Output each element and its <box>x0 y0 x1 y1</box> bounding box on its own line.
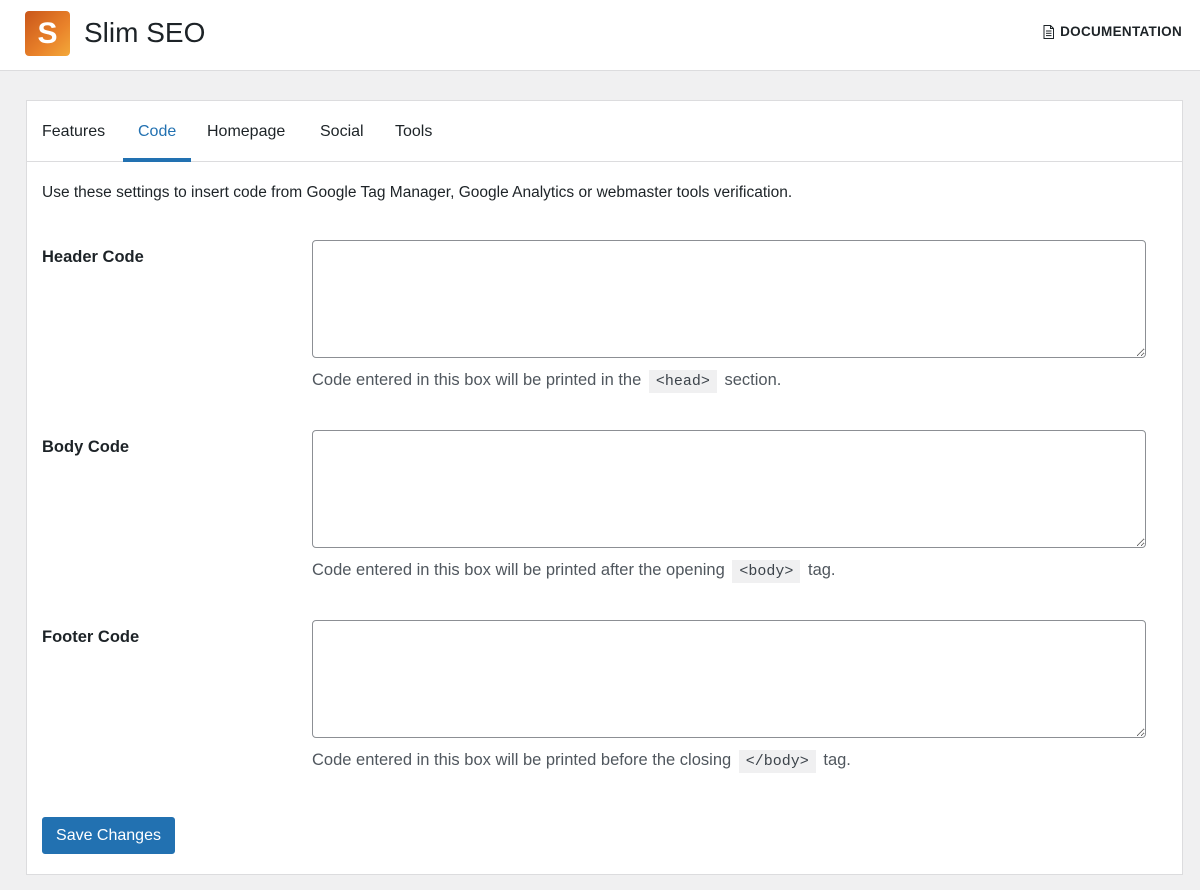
body-code-label: Body Code <box>42 438 130 456</box>
tab-tools[interactable]: Tools <box>395 101 432 162</box>
hint-text: Code entered in this box will be printed… <box>312 371 642 389</box>
hint-code-tag: </body> <box>738 750 816 773</box>
footer-code-textarea[interactable] <box>312 620 1146 738</box>
hint-text-suffix: tag. <box>807 561 836 579</box>
save-changes-button[interactable]: Save Changes <box>42 817 175 854</box>
hint-text-suffix: tag. <box>823 751 851 769</box>
header-code-label: Header Code <box>42 248 144 266</box>
documentation-label: DOCUMENTATION <box>1060 24 1182 39</box>
tab-bar: Features Code Homepage Social Tools <box>27 101 1182 162</box>
tab-homepage[interactable]: Homepage <box>207 101 285 162</box>
footer-code-label: Footer Code <box>42 628 140 646</box>
tab-code[interactable]: Code <box>122 101 192 162</box>
hint-code-tag: <body> <box>732 560 801 583</box>
hint-text-suffix: section. <box>724 371 782 389</box>
slim-seo-logo: S <box>25 11 70 56</box>
footer-code-hint: Code entered in this box will be printed… <box>312 747 851 775</box>
tab-features[interactable]: Features <box>42 101 105 162</box>
body-code-hint: Code entered in this box will be printed… <box>312 557 836 585</box>
body-code-textarea[interactable] <box>312 430 1146 548</box>
app-title: Slim SEO <box>84 17 206 48</box>
settings-panel: Features Code Homepage Social Tools Use … <box>26 100 1183 875</box>
hint-text: Code entered in this box will be printed… <box>312 561 725 579</box>
document-icon <box>1043 24 1055 39</box>
documentation-link[interactable]: DOCUMENTATION <box>1043 24 1182 39</box>
top-bar: S Slim SEO DOCUMENTATION <box>0 0 1200 71</box>
header-code-hint: Code entered in this box will be printed… <box>312 367 781 395</box>
header-code-textarea[interactable] <box>312 240 1146 358</box>
hint-code-tag: <head> <box>648 370 717 393</box>
intro-text: Use these settings to insert code from G… <box>42 184 793 201</box>
hint-text: Code entered in this box will be printed… <box>312 751 732 769</box>
tab-social[interactable]: Social <box>320 101 364 162</box>
